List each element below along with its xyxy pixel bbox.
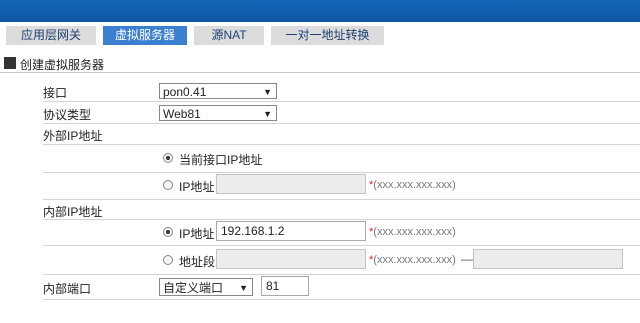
external-ip-current-row: 当前接口IP地址	[43, 145, 640, 173]
interface-row: 接口 pon0.41 ▼	[43, 81, 640, 102]
protocol-row: 协议类型 Web81 ▼	[43, 102, 640, 124]
interface-label: 接口	[43, 86, 68, 100]
internal-ip-range-start-input[interactable]	[216, 249, 366, 269]
section-marker-icon	[4, 57, 16, 69]
external-ip-address-radio[interactable]	[163, 180, 173, 190]
protocol-label: 协议类型	[43, 108, 92, 122]
range-separator: —	[461, 252, 473, 266]
dropdown-arrow-icon: ▼	[239, 283, 248, 293]
internal-ip-hint: *(xxx.xxx.xxx.xxx)	[369, 226, 456, 238]
section-title: 创建虚拟服务器	[20, 58, 105, 72]
interface-select-value: pon0.41	[163, 85, 207, 99]
interface-select[interactable]: pon0.41 ▼	[159, 83, 277, 99]
external-ip-current-radio[interactable]	[163, 153, 173, 163]
external-ip-format: (xxx.xxx.xxx.xxx)	[373, 179, 456, 191]
section-header: 创建虚拟服务器	[0, 54, 640, 73]
internal-ip-input[interactable]: 192.168.1.2	[216, 221, 366, 241]
internal-port-input[interactable]: 81	[261, 276, 309, 296]
top-banner	[0, 0, 640, 22]
internal-ip-format: (xxx.xxx.xxx.xxx)	[373, 226, 456, 238]
tab-bar: 应用层网关 虚拟服务器 源NAT 一对一地址转换	[0, 22, 640, 47]
dropdown-arrow-icon: ▼	[263, 109, 272, 119]
internal-port-mode-select[interactable]: 自定义端口 ▼	[159, 278, 253, 296]
external-ip-current-label: 当前接口IP地址	[179, 153, 263, 167]
tab-application-gateway[interactable]: 应用层网关	[6, 26, 96, 45]
internal-ip-label: 内部IP地址	[43, 205, 103, 219]
internal-ip-address-label: IP地址	[179, 227, 215, 241]
internal-ip-address-row: IP地址 192.168.1.2 *(xxx.xxx.xxx.xxx)	[43, 220, 640, 246]
dropdown-arrow-icon: ▼	[263, 87, 272, 97]
tab-source-nat[interactable]: 源NAT	[194, 26, 264, 45]
internal-port-mode-value: 自定义端口	[163, 281, 224, 295]
external-ip-label: 外部IP地址	[43, 129, 103, 143]
protocol-select-value: Web81	[163, 107, 201, 121]
internal-ip-row: 内部IP地址	[43, 200, 640, 220]
internal-ip-range-row: 地址段 *(xxx.xxx.xxx.xxx) —	[43, 246, 640, 275]
internal-ip-range-label: 地址段	[179, 255, 216, 269]
protocol-select[interactable]: Web81 ▼	[159, 105, 277, 121]
external-ip-address-row: IP地址 *(xxx.xxx.xxx.xxx)	[43, 173, 640, 200]
external-ip-hint: *(xxx.xxx.xxx.xxx)	[369, 179, 456, 191]
external-ip-address-label: IP地址	[179, 180, 215, 194]
internal-ip-range-radio[interactable]	[163, 255, 173, 265]
internal-ip-address-radio[interactable]	[163, 227, 173, 237]
internal-ip-range-end-input[interactable]	[473, 249, 623, 269]
external-ip-row: 外部IP地址	[43, 124, 640, 145]
internal-ip-range-format: (xxx.xxx.xxx.xxx)	[373, 254, 456, 266]
internal-port-label: 内部端口	[43, 282, 92, 296]
tab-virtual-server[interactable]: 虚拟服务器	[103, 26, 187, 45]
internal-ip-range-hint: *(xxx.xxx.xxx.xxx)	[369, 254, 456, 266]
external-ip-input[interactable]	[216, 174, 366, 194]
tab-one-to-one-nat[interactable]: 一对一地址转换	[271, 26, 384, 45]
internal-port-row: 内部端口 自定义端口 ▼ 81	[43, 275, 640, 300]
